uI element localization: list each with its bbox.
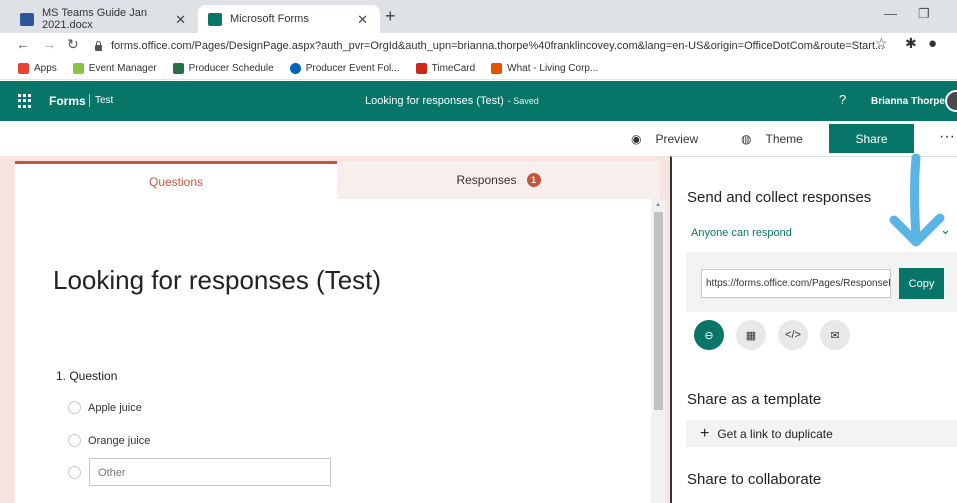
bookmark-label: TimeCard bbox=[431, 63, 476, 74]
header-title-text: Looking for responses (Test) bbox=[365, 95, 504, 107]
share-collaborate-heading: Share to collaborate bbox=[687, 471, 822, 488]
radio-button[interactable] bbox=[68, 466, 81, 479]
bookmark-timecard[interactable]: TimeCard bbox=[415, 63, 476, 74]
browser-tab-word-doc[interactable]: MS Teams Guide Jan 2021.docx ✕ bbox=[10, 5, 198, 33]
scroll-up-icon[interactable]: ▲ bbox=[655, 202, 661, 208]
bookmark-label: Event Manager bbox=[88, 63, 157, 74]
responses-count-badge: 1 bbox=[526, 173, 541, 187]
url-field[interactable]: forms.office.com/Pages/DesignPage.aspx?a… bbox=[94, 35, 894, 56]
bookmarks-bar: Apps Event Manager Producer Schedule Pro… bbox=[0, 58, 957, 80]
apps-grid-icon bbox=[18, 63, 29, 74]
option-orange-juice[interactable]: Orange juice bbox=[68, 434, 150, 447]
share-template-heading: Share as a template bbox=[687, 391, 822, 408]
url-text: forms.office.com/Pages/DesignPage.aspx?a… bbox=[111, 39, 885, 52]
tab-questions[interactable]: Questions bbox=[15, 161, 337, 199]
extensions-icon[interactable]: ✱ bbox=[905, 35, 917, 52]
adp-icon bbox=[415, 63, 427, 74]
forms-brand[interactable]: Forms bbox=[49, 94, 86, 108]
app-launcher-icon[interactable] bbox=[18, 94, 32, 108]
radio-button[interactable] bbox=[68, 401, 81, 414]
bookmark-apps[interactable]: Apps bbox=[18, 63, 57, 74]
send-collect-heading: Send and collect responses bbox=[687, 189, 872, 206]
audience-dropdown[interactable]: Anyone can respond bbox=[691, 227, 792, 239]
minimize-icon[interactable]: — bbox=[884, 6, 897, 21]
close-icon[interactable]: ✕ bbox=[175, 12, 186, 28]
duplicate-link-button[interactable]: + Get a link to duplicate bbox=[686, 420, 957, 447]
option-label: Apple juice bbox=[88, 401, 142, 414]
flag-icon bbox=[491, 63, 503, 74]
browser-tab-strip: MS Teams Guide Jan 2021.docx ✕ Microsoft… bbox=[0, 0, 957, 33]
divider bbox=[89, 94, 90, 107]
forward-icon[interactable]: → bbox=[42, 36, 56, 52]
tab-title: Microsoft Forms bbox=[230, 13, 309, 25]
option-apple-juice[interactable]: Apple juice bbox=[68, 401, 142, 414]
bookmark-label: What - Living Corp... bbox=[507, 63, 599, 74]
form-tabs: Questions Responses 1 bbox=[15, 161, 660, 199]
word-icon bbox=[20, 12, 34, 26]
command-bar: ◉ Preview ◍ Theme Share ··· bbox=[0, 121, 957, 156]
bookmark-producer-schedule[interactable]: Producer Schedule bbox=[172, 63, 274, 74]
form-title[interactable]: Looking for responses (Test) bbox=[53, 265, 381, 296]
address-bar-row: ← → ↻ forms.office.com/Pages/DesignPage.… bbox=[0, 33, 957, 58]
preview-label: Preview bbox=[655, 132, 699, 146]
qr-code-icon[interactable]: ▦ bbox=[736, 320, 766, 350]
leaf-icon bbox=[72, 63, 84, 74]
duplicate-label: Get a link to duplicate bbox=[717, 426, 833, 441]
lock-icon bbox=[94, 40, 103, 51]
excel-icon bbox=[172, 63, 184, 74]
new-tab-button[interactable]: + bbox=[385, 6, 396, 27]
user-name[interactable]: Brianna Thorpe bbox=[871, 96, 945, 107]
plus-icon: + bbox=[700, 424, 710, 442]
theme-button[interactable]: ◍ Theme bbox=[741, 132, 803, 146]
copy-button[interactable]: Copy bbox=[899, 268, 944, 299]
profile-icon[interactable]: ● bbox=[928, 35, 937, 52]
share-button[interactable]: Share bbox=[829, 124, 914, 153]
preview-button[interactable]: ◉ Preview bbox=[631, 132, 698, 146]
bookmark-label: Producer Schedule bbox=[188, 63, 274, 74]
link-icon[interactable]: ⊖ bbox=[694, 320, 724, 350]
palette-icon: ◍ bbox=[741, 132, 752, 146]
reload-icon[interactable]: ↻ bbox=[67, 36, 79, 53]
bookmark-producer-event[interactable]: Producer Event Fol... bbox=[289, 63, 400, 74]
onedrive-icon bbox=[289, 63, 301, 74]
close-icon[interactable]: ✕ bbox=[357, 12, 368, 28]
radio-button[interactable] bbox=[68, 434, 81, 447]
option-label: Orange juice bbox=[88, 434, 151, 447]
option-other[interactable] bbox=[68, 466, 88, 479]
form-header-title: Looking for responses (Test) - Saved bbox=[365, 95, 539, 107]
responses-label: Responses bbox=[456, 173, 517, 187]
more-options-icon[interactable]: ··· bbox=[939, 128, 955, 146]
bookmark-living-corp[interactable]: What - Living Corp... bbox=[491, 63, 598, 74]
bookmark-event-manager[interactable]: Event Manager bbox=[72, 63, 157, 74]
bookmark-label: Apps bbox=[34, 63, 57, 74]
email-icon[interactable]: ✉ bbox=[820, 320, 850, 350]
scrollbar-thumb[interactable] bbox=[654, 212, 663, 410]
back-icon[interactable]: ← bbox=[16, 36, 30, 52]
theme-label: Theme bbox=[765, 132, 803, 146]
star-icon[interactable]: ☆ bbox=[875, 35, 888, 52]
bookmark-label: Producer Event Fol... bbox=[305, 63, 400, 74]
help-icon[interactable]: ? bbox=[839, 92, 846, 107]
restore-icon[interactable]: ❐ bbox=[918, 6, 930, 22]
other-input[interactable]: Other bbox=[89, 458, 331, 486]
avatar[interactable] bbox=[945, 90, 957, 112]
tab-responses[interactable]: Responses 1 bbox=[337, 161, 660, 199]
forms-icon bbox=[208, 12, 222, 26]
annotation-arrow-icon bbox=[889, 153, 945, 247]
eye-icon: ◉ bbox=[631, 132, 642, 146]
saved-status: - Saved bbox=[507, 96, 539, 106]
question-label[interactable]: 1. Question bbox=[56, 369, 117, 383]
embed-icon[interactable]: </> bbox=[778, 320, 808, 350]
share-link-field[interactable]: https://forms.office.com/Pages/ResponseP… bbox=[701, 269, 891, 298]
browser-tab-forms[interactable]: Microsoft Forms ✕ bbox=[198, 5, 380, 33]
tenant-label: Test bbox=[95, 95, 114, 106]
forms-header: Forms Test Looking for responses (Test) -… bbox=[0, 81, 957, 121]
